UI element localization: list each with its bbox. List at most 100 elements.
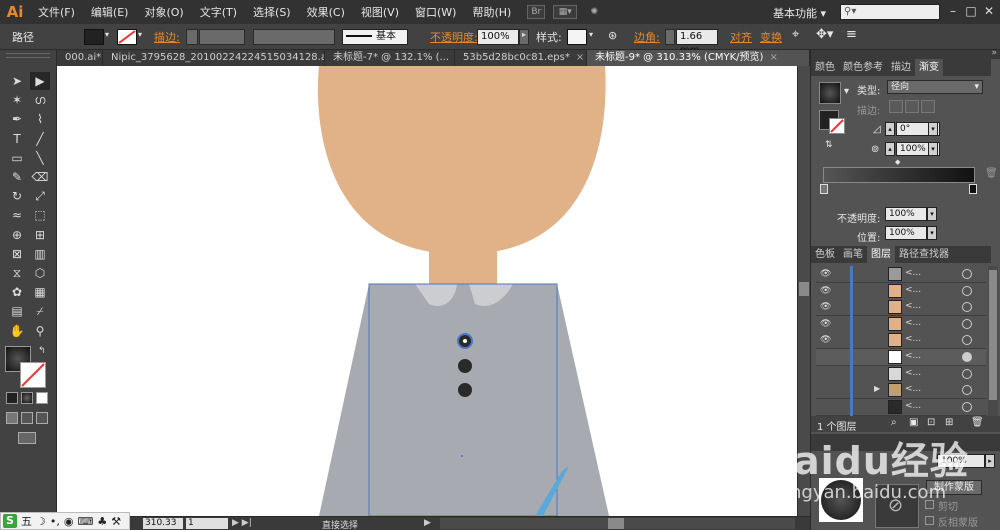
menu-item[interactable]: 文件(F) <box>30 4 83 20</box>
layer-name[interactable]: <... <box>905 401 921 411</box>
artboard-tool[interactable]: ▤ <box>7 302 27 320</box>
rectangle-tool[interactable]: ▭ <box>7 149 27 167</box>
panel-menu-icon[interactable]: ✥▾ <box>816 27 833 42</box>
angle-stepper[interactable]: ▴ <box>885 122 895 136</box>
paintbrush-tool[interactable]: ╲ <box>30 149 50 167</box>
tab-untitled-7[interactable]: 未标题-7* @ 132.1% (... <box>325 50 455 66</box>
delete-stop-icon[interactable]: 🗑 <box>985 168 998 179</box>
location-dropdown[interactable]: ▾ <box>927 226 937 240</box>
graphic-style-swatch[interactable] <box>567 29 587 45</box>
arrange-documents-button[interactable]: ▦▾ <box>553 5 578 19</box>
locate-object-icon[interactable]: ⌕ <box>891 417 897 428</box>
slice-tool[interactable]: ⌿ <box>30 302 50 320</box>
ime-mode[interactable]: 五 <box>21 513 32 529</box>
tab-53b5d28bc0c81[interactable]: 53b5d28bc0c81.eps* × <box>455 50 587 66</box>
visibility-eye-icon[interactable]: 👁 <box>820 286 832 296</box>
maximize-button[interactable]: □ <box>963 3 979 19</box>
layer-name[interactable]: <... <box>905 318 921 328</box>
target-circle-icon[interactable] <box>962 401 972 412</box>
close-tab-icon[interactable]: × <box>576 52 584 63</box>
layer-name[interactable]: <... <box>905 268 921 278</box>
layer-row[interactable]: 👁 <... <box>816 282 986 300</box>
layers-scroll-thumb[interactable] <box>989 270 997 400</box>
gradient-stroke-box[interactable] <box>829 118 845 134</box>
close-tab-icon[interactable]: × <box>769 52 777 63</box>
stroke-weight-stepper[interactable] <box>186 29 198 45</box>
hand-tool[interactable]: ✋ <box>7 322 27 340</box>
layer-name[interactable]: <... <box>905 351 921 361</box>
reverse-gradient-icon[interactable]: ⇅ <box>825 140 833 150</box>
layer-name[interactable]: <... <box>905 301 921 311</box>
eyedropper-tool[interactable]: ⧖ <box>7 264 27 282</box>
midpoint-diamond-icon[interactable]: ◆ <box>895 158 900 166</box>
settings-icon[interactable]: ⚒ <box>111 515 121 528</box>
symbol-sprayer-tool[interactable]: ✿ <box>7 283 27 301</box>
layer-row[interactable]: <... ▶ <box>816 382 986 400</box>
delete-layer-icon[interactable]: 🗑 <box>971 417 984 428</box>
pen-tool[interactable]: ✒ <box>7 110 27 128</box>
new-sublayer-icon[interactable]: ⊡ <box>927 417 935 428</box>
target-circle-icon[interactable] <box>962 385 972 396</box>
blend-tool[interactable]: ⬡ <box>30 264 50 282</box>
vertical-scroll-thumb[interactable] <box>799 282 809 296</box>
corner-label[interactable]: 边角: <box>634 29 660 45</box>
aspect-dropdown[interactable]: ▾ <box>928 142 938 156</box>
bridge-button[interactable]: Br <box>527 5 546 19</box>
recolor-icon[interactable]: ⊛ <box>608 29 617 42</box>
minimize-button[interactable]: – <box>945 3 961 19</box>
panel-grip[interactable] <box>6 53 50 58</box>
gradient-preset-dropdown-icon[interactable]: ▾ <box>844 86 849 97</box>
draw-behind-button[interactable] <box>21 412 33 424</box>
anchor-point[interactable] <box>463 339 467 343</box>
tab-layers[interactable]: 图层 <box>867 246 895 263</box>
tab-untitled-9[interactable]: 未标题-9* @ 310.33% (CMYK/预览) × <box>587 50 810 66</box>
corner-field[interactable]: 1.66 mm <box>676 29 718 56</box>
angle-dropdown[interactable]: ▾ <box>928 122 938 136</box>
expand-arrow-icon[interactable]: ▶ <box>874 384 880 393</box>
tab-color-guide[interactable]: 颜色参考 <box>839 59 887 76</box>
close-button[interactable]: ✕ <box>981 3 997 19</box>
layer-row[interactable]: 👁 <... <box>816 266 986 283</box>
workspace-switcher[interactable]: 基本功能 ▾ <box>773 5 826 21</box>
opacity-label[interactable]: 不透明度: <box>430 29 478 45</box>
menu-item[interactable]: 选择(S) <box>245 4 299 20</box>
gradient-opacity-dropdown[interactable]: ▾ <box>927 207 937 221</box>
menu-item[interactable]: 编辑(E) <box>83 4 137 20</box>
gradient-mode-button[interactable] <box>21 392 33 404</box>
target-circle-icon[interactable] <box>962 318 972 329</box>
transform-link[interactable]: 变换 <box>760 29 782 45</box>
tab-swatches[interactable]: 色板 <box>811 246 839 263</box>
gpu-performance-icon[interactable]: ✺ <box>585 5 603 19</box>
new-layer-icon[interactable]: ⊞ <box>945 417 953 428</box>
menu-item[interactable]: 视图(V) <box>353 4 407 20</box>
layer-row[interactable]: <... <box>816 349 986 366</box>
zoom-tool[interactable]: ⚲ <box>30 322 50 340</box>
menu-item[interactable]: 窗口(W) <box>407 4 464 20</box>
invert-mask-checkbox[interactable] <box>925 516 934 525</box>
mesh-tool[interactable]: ⊠ <box>7 245 27 263</box>
layer-row[interactable]: 👁 <... <box>816 315 986 333</box>
location-field[interactable]: 100% <box>885 226 927 240</box>
visibility-eye-icon[interactable] <box>820 385 832 395</box>
isolate-object-icon[interactable]: ⌖ <box>792 27 799 42</box>
shirt-button[interactable] <box>458 359 472 373</box>
next-artboard-icon[interactable]: ▶ ▶| <box>232 518 252 528</box>
punctuation-icon[interactable]: •, <box>50 515 60 528</box>
stroke-weight-field[interactable] <box>199 29 245 45</box>
moon-icon[interactable]: ☽ <box>36 515 46 528</box>
selection-tool[interactable]: ➤ <box>7 72 27 90</box>
opacity-dropdown[interactable]: ▸ <box>519 29 529 45</box>
tab-gradient[interactable]: 渐变 <box>915 59 943 76</box>
gradient-stop-left[interactable] <box>820 184 828 194</box>
visibility-eye-icon[interactable] <box>820 352 832 362</box>
gradient-slider[interactable] <box>823 167 975 183</box>
layer-row[interactable]: <... <box>816 398 986 416</box>
width-tool[interactable]: ≈ <box>7 206 27 224</box>
gradient-type-select[interactable]: 径向 ▾ <box>887 80 983 94</box>
type-tool[interactable]: T <box>7 130 27 148</box>
artboard-canvas[interactable] <box>57 66 797 516</box>
gradient-thumbnail[interactable] <box>819 82 841 104</box>
draw-inside-button[interactable] <box>36 412 48 424</box>
aspect-stepper[interactable]: ▴ <box>885 142 895 156</box>
target-circle-icon[interactable] <box>962 352 972 362</box>
